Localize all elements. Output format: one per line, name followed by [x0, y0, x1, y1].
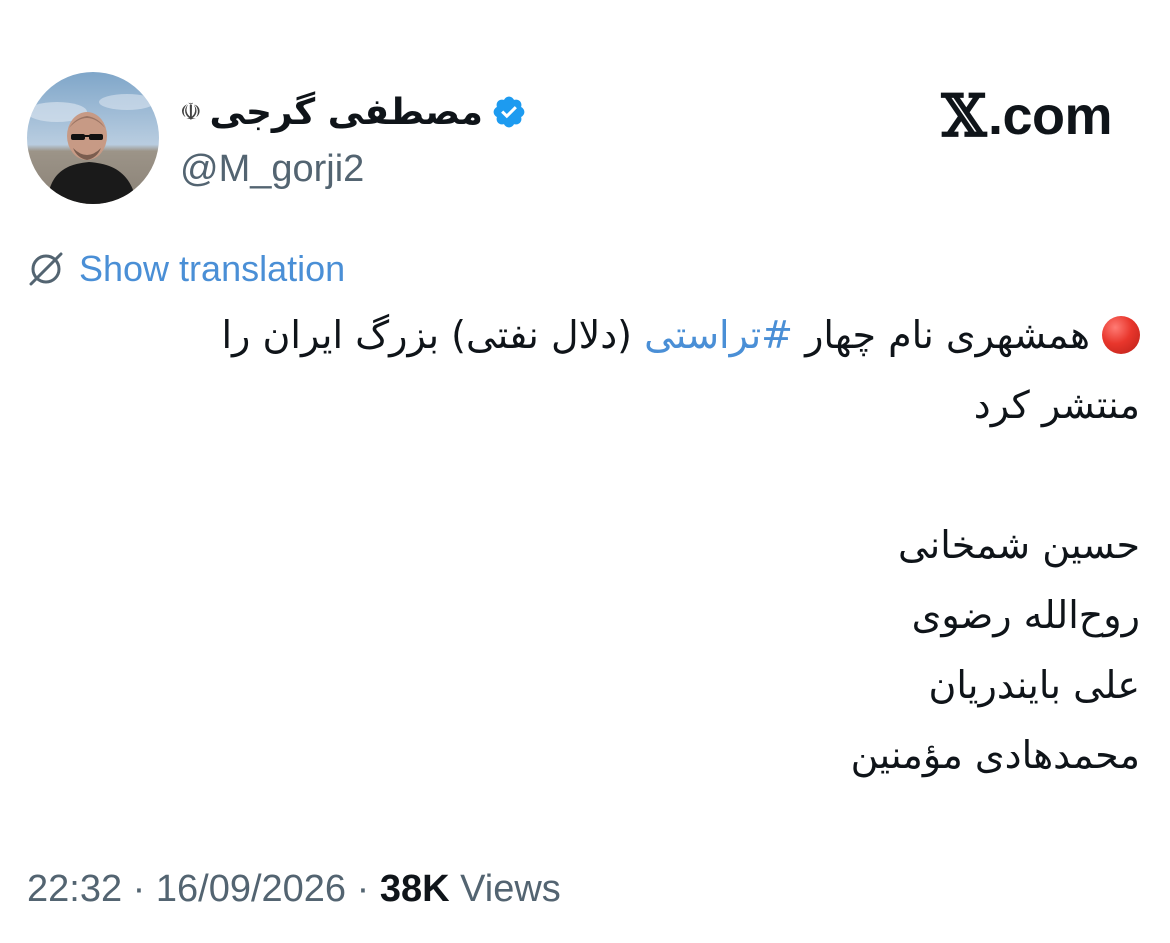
globe-translate-icon: [29, 252, 63, 286]
views-label: Views: [460, 868, 561, 910]
display-name[interactable]: مصطفی گرجی: [210, 92, 483, 133]
views-count[interactable]: 38K: [380, 868, 450, 910]
hashtag-link[interactable]: #تراستی: [644, 313, 793, 357]
brand-domain: .com: [987, 86, 1113, 146]
tweet-date[interactable]: 16/09/2026: [156, 868, 346, 910]
tweet-meta: 22:32 · 16/09/2026 · 38K Views: [27, 868, 561, 911]
tweet-card: ☫ مصطفی گرجی @M_gorji2 𝕏 .com Show trans…: [0, 0, 1170, 943]
x-logo-icon: 𝕏: [941, 82, 986, 150]
name-list-item: محمدهادی مؤمنین: [850, 733, 1140, 777]
tweet-text-segment: (دلال نفتی) بزرگ ایران را: [221, 313, 645, 357]
avatar[interactable]: [27, 72, 159, 204]
author-handle[interactable]: @M_gorji2: [180, 148, 527, 191]
name-list-item: علی بایندریان: [928, 663, 1140, 707]
tweet-line-1: همشهری نام چهار #تراستی (دلال نفتی) بزرگ…: [30, 300, 1140, 370]
name-list-item: حسین شمخانی: [897, 523, 1140, 567]
meta-separator: ·: [356, 868, 370, 910]
tweet-line-2: منتشر کرد: [973, 383, 1140, 427]
iran-emblem-icon: ☫: [180, 98, 202, 126]
name-row: ☫ مصطفی گرجی: [180, 88, 527, 136]
tweet-text: همشهری نام چهار #تراستی (دلال نفتی) بزرگ…: [30, 300, 1140, 790]
author-header: ☫ مصطفی گرجی @M_gorji2: [180, 88, 527, 191]
avatar-photo: [27, 72, 159, 204]
meta-separator: ·: [132, 868, 146, 910]
show-translation-button[interactable]: Show translation: [27, 248, 345, 290]
red-circle-emoji-icon: [1102, 316, 1140, 354]
verified-badge-icon[interactable]: [491, 94, 527, 130]
x-brand: 𝕏 .com: [941, 82, 1112, 150]
show-translation-label: Show translation: [79, 248, 346, 289]
name-list-item: روح‌الله رضوی: [911, 593, 1140, 637]
tweet-time[interactable]: 22:32: [27, 868, 122, 910]
tweet-text-segment: همشهری نام چهار: [793, 313, 1090, 357]
